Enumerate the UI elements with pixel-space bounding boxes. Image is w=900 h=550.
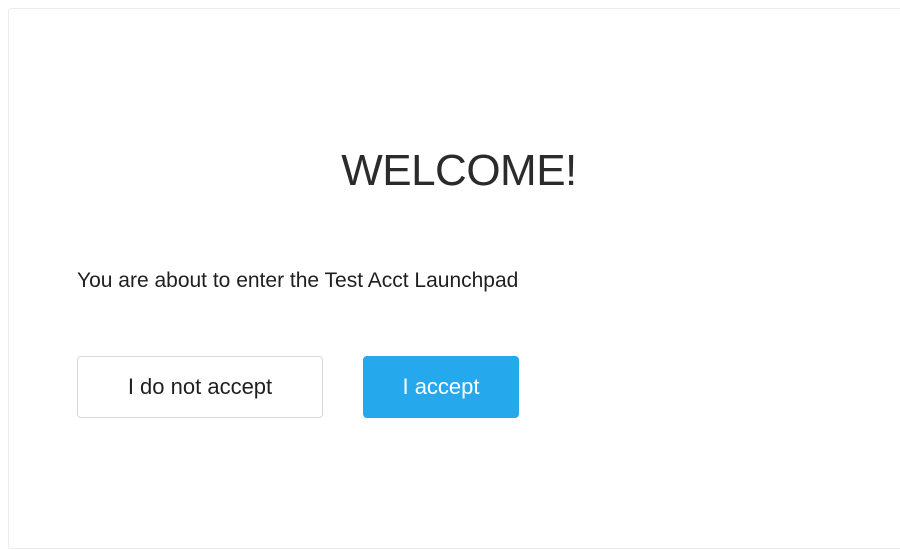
dialog-message: You are about to enter the Test Acct Lau… bbox=[77, 269, 519, 292]
accept-button[interactable]: I accept bbox=[363, 356, 519, 418]
decline-button[interactable]: I do not accept bbox=[77, 356, 323, 418]
dialog-title: WELCOME! bbox=[341, 146, 577, 195]
